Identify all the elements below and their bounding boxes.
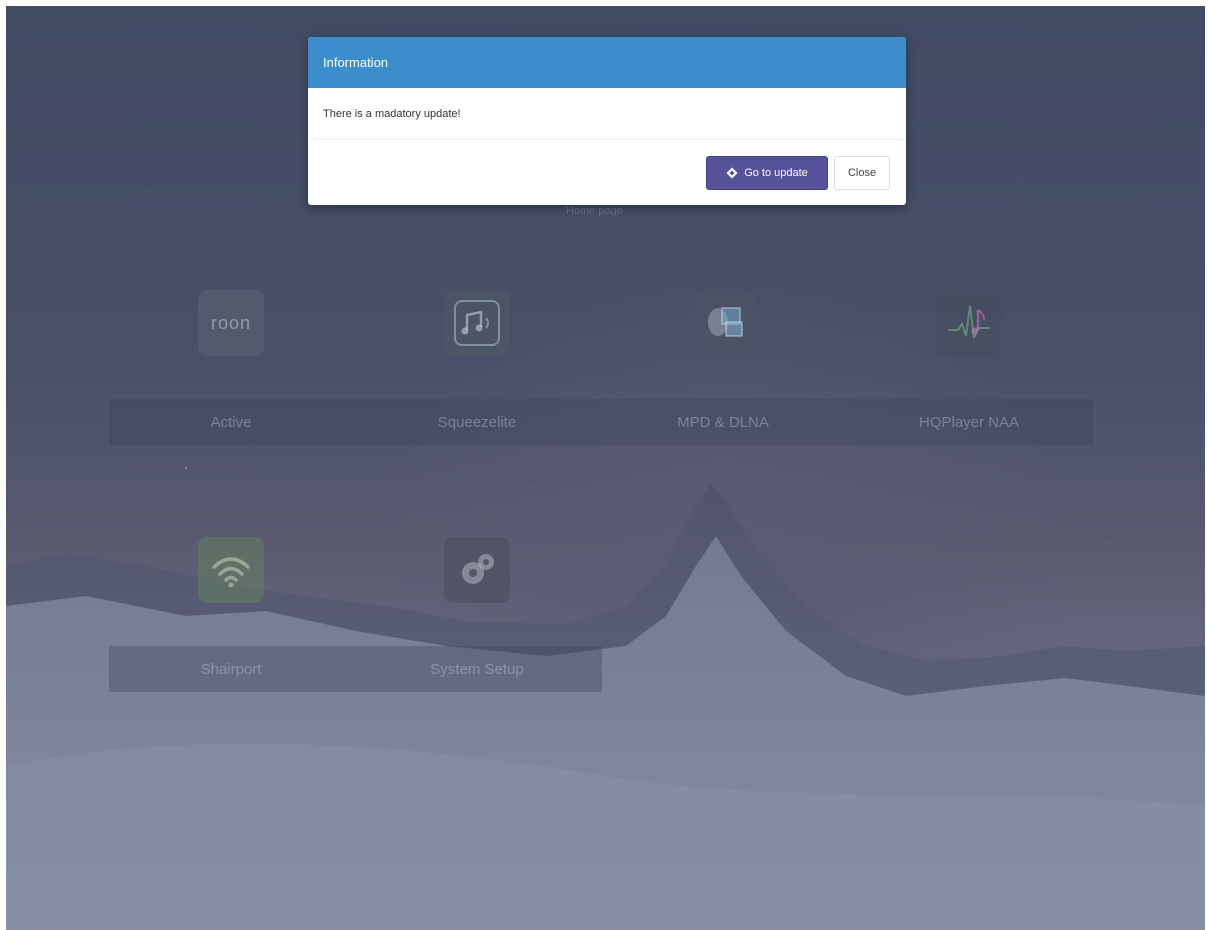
dialog-footer: Go to update Close	[308, 140, 906, 205]
app-tile-system-setup[interactable]: System Setup	[387, 537, 567, 697]
app-label-hqplayer-naa: HQPlayer NAA	[918, 414, 1020, 431]
roon-icon: roon	[198, 290, 264, 356]
go-to-update-button[interactable]: Go to update	[706, 156, 828, 190]
music-note-speaker-icon	[444, 290, 510, 356]
app-label-system-setup: System Setup	[430, 661, 524, 678]
speaker-screen-icon	[690, 290, 756, 356]
diamond-icon	[726, 167, 738, 179]
go-to-update-label: Go to update	[744, 167, 808, 179]
app-tile-hqplayer-naa[interactable]: HQPlayer NAA	[879, 290, 1059, 450]
app-label-active: Active	[210, 414, 252, 431]
app-window: Home page roon Active Squeezelite MPD & …	[6, 6, 1205, 930]
app-label-squeezelite: Squeezelite	[437, 414, 517, 431]
gears-icon	[444, 537, 510, 603]
roon-logo-text: roon	[210, 312, 252, 333]
close-button[interactable]: Close	[834, 156, 890, 190]
app-label-mpd-dlna: MPD & DLNA	[677, 414, 769, 431]
app-tile-shairport[interactable]: Shairport	[141, 537, 321, 697]
app-tile-squeezelite[interactable]: Squeezelite	[387, 290, 567, 450]
page-caption: Home page	[566, 205, 623, 217]
app-tile-mpd-dlna[interactable]: MPD & DLNA	[633, 290, 813, 450]
information-dialog: Information There is a madatory update! …	[308, 37, 906, 205]
dialog-header: Information	[308, 37, 906, 88]
dialog-title: Information	[323, 55, 389, 70]
dialog-message: There is a madatory update!	[323, 107, 461, 120]
wifi-icon	[198, 537, 264, 603]
dialog-body: There is a madatory update!	[308, 88, 906, 140]
app-label-shairport: Shairport	[200, 661, 262, 678]
app-tile-roon[interactable]: roon Active	[141, 290, 321, 450]
waveform-note-icon	[936, 290, 1002, 356]
